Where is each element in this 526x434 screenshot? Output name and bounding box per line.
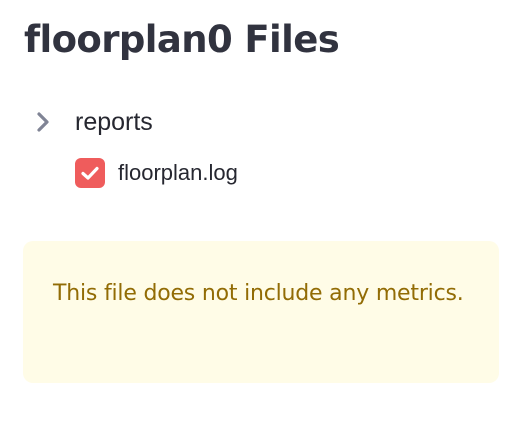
alert-message: This file does not include any metrics. [53, 281, 464, 306]
tree-file-floorplan-log[interactable]: floorplan.log [75, 156, 238, 190]
tree-folder-reports[interactable]: reports [33, 104, 153, 140]
warning-alert: This file does not include any metrics. [23, 241, 499, 383]
tree-folder-label[interactable]: reports [75, 108, 153, 137]
checkbox-checked-icon[interactable] [75, 158, 105, 188]
chevron-right-icon[interactable] [33, 112, 53, 132]
page-title: floorplan0 Files [24, 18, 340, 61]
tree-file-label[interactable]: floorplan.log [118, 160, 238, 186]
